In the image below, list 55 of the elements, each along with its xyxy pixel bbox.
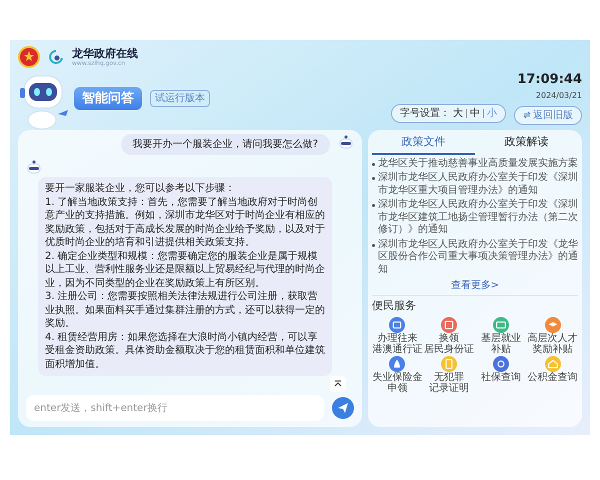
service-label: 港澳通行证	[372, 344, 422, 354]
chevron-up-icon	[334, 380, 342, 388]
service-label: 无犯罪	[434, 372, 464, 382]
back-button[interactable]: 返回旧版	[514, 106, 582, 124]
policy-link[interactable]: 深圳市龙华区人民政府办公室关于印发《龙华区股份合作公司重大事项决策管理办法》的通知	[378, 238, 578, 276]
more-link[interactable]: 查看更多>	[450, 278, 500, 293]
policy-link[interactable]: 深圳市龙华区人民政府办公室关于印发《深圳市龙华区建筑工地扬尘管理暂行办法（第二次修订）》的通知	[378, 199, 578, 236]
send-button[interactable]	[332, 397, 354, 419]
answer-paragraph: 要开一家服装企业，您可以参考以下步骤：	[45, 182, 236, 196]
policy-tab[interactable]: 政策文件	[372, 134, 475, 154]
message-input[interactable]: enter发送，shift+enter换行	[26, 395, 324, 421]
service-label: 换领	[439, 332, 460, 344]
title-badge: 智能问答	[74, 86, 142, 110]
swap-icon	[523, 111, 531, 119]
service-label: 申领	[387, 382, 408, 394]
service-label: 居民身份证	[424, 344, 474, 354]
service-item[interactable]: 基层就业 补贴	[476, 316, 526, 354]
service-item[interactable]: 社保查询	[476, 356, 526, 394]
clock-time: 17:09:44	[517, 71, 582, 89]
service-label: 记录证明	[429, 382, 470, 394]
service-item[interactable]: 高层次人才 奖励补贴	[527, 316, 578, 354]
service-label: 补贴	[490, 344, 511, 354]
date-text: 2024/03/21	[536, 90, 582, 102]
service-item[interactable]: 无犯罪 记录证明	[424, 356, 474, 394]
policy-link[interactable]: 龙华区关于推动慈善事业高质量发展实施方案	[378, 158, 578, 170]
answer-paragraph: 1. 了解当地政策支持：首先，您需要了解当地政府对于时尚创意产业的支持措施。例如，深圳市龙华区对于时尚企业有相应的奖励政策，包括对于高成长发展的时尚企业给予奖励，以及对于优质时尚企业的培育和引进提供相关政策支持。	[45, 196, 325, 250]
font-size-option[interactable]: 中	[470, 106, 480, 120]
service-item[interactable]: 公积金查询	[527, 356, 578, 394]
version-tag: 试运行版本	[150, 90, 210, 107]
service-item[interactable]: 失业保险金 申领	[372, 356, 423, 394]
policy-tab[interactable]: 政策解读	[475, 134, 578, 154]
service-label: 基层就业	[480, 332, 521, 344]
service-label: 公积金查询	[528, 372, 578, 382]
service-label: 办理往来	[377, 332, 418, 344]
logo-icon	[48, 49, 64, 65]
font-size-label: 字号设置：	[400, 106, 450, 120]
emblem-icon	[18, 46, 40, 68]
scroll-top-button[interactable]	[330, 376, 346, 392]
bot-avatar-icon	[26, 159, 42, 175]
service-item[interactable]: 换领 居民身份证	[424, 316, 474, 354]
service-label: 高层次人才	[528, 332, 578, 344]
service-label: 奖励补贴	[532, 344, 573, 354]
user-message: 我要开办一个服装企业，请问我要怎么做?	[120, 134, 330, 155]
policy-link[interactable]: 深圳市龙华区人民政府办公室关于印发《深圳市龙华区重大项目管理办法》的通知	[378, 172, 578, 197]
user-avatar-icon	[338, 134, 354, 150]
answer-paragraph: 3. 注册公司：您需要按照相关法律法规进行公司注册，获取营业执照。如果面料买手通过集群注册的方式，还可以获得一定的奖励。	[45, 290, 325, 330]
service-item[interactable]: 办理往来 港澳通行证	[372, 316, 423, 354]
send-icon	[337, 402, 349, 414]
font-size-option[interactable]: 大	[453, 106, 463, 120]
service-label: 失业保险金	[372, 372, 422, 382]
site-name: 龙华政府在线	[72, 48, 138, 58]
answer-paragraph: 2. 确定企业类型和规模：您需要确定您的服装企业是属于规模以上工业、营利性服务业还是限额以上贸易经纪与代理的时尚企业，因为不同类型的企业在奖励政策上有所区别。	[45, 250, 325, 290]
service-label: 社保查询	[480, 372, 521, 382]
answer-paragraph: 4. 租赁经营用房：如果您选择在大浪时尚小镇内经营，可以享受租金资助政策。具体资助金额取决于您的租赁面积和单位建筑面积增加值。	[45, 330, 325, 371]
services-title: 便民服务	[372, 298, 417, 314]
